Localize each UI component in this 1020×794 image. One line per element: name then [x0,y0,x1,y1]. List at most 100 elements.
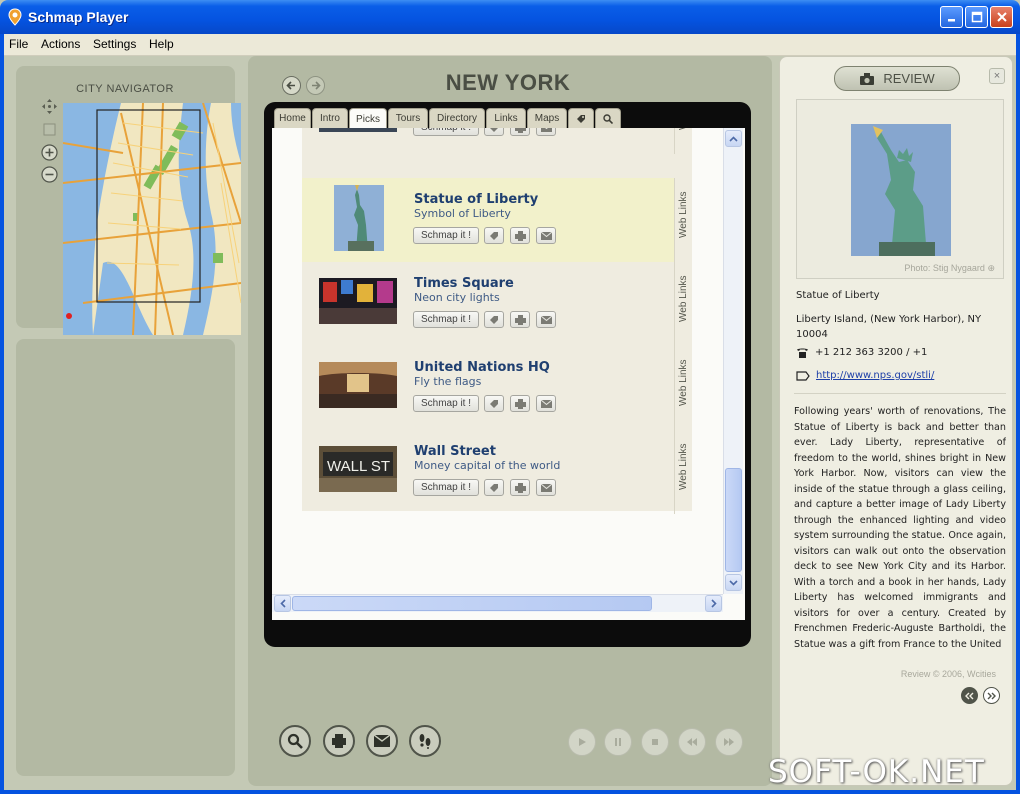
schmap-it-button[interactable]: Schmap it ! [413,311,479,328]
print-button[interactable] [510,227,530,244]
horizontal-scrollbar[interactable] [272,594,723,612]
scroll-up-button[interactable] [725,130,742,147]
scroll-down-button[interactable] [725,574,742,591]
item-title[interactable]: Statue of Liberty [414,192,538,207]
play-button[interactable] [568,728,596,756]
tab-label: Picks [356,113,380,125]
minimize-button[interactable] [940,6,963,28]
next-page-button[interactable] [983,687,1000,704]
zoom-out-icon[interactable] [41,166,58,183]
tab-links[interactable]: Links [486,108,526,128]
play-icon [579,738,586,746]
chevron-up-icon [729,135,738,142]
web-links-tab[interactable]: Web Links [674,178,692,262]
item-title[interactable]: United Nations HQ [414,360,550,375]
prev-page-button[interactable] [961,687,978,704]
statue-photo-image [851,124,951,256]
stop-button[interactable] [641,728,669,756]
email-button[interactable] [536,128,556,136]
pan-icon[interactable] [41,98,58,115]
email-button-main[interactable] [366,725,398,757]
scroll-left-button[interactable] [274,595,291,612]
tab-search[interactable] [595,108,621,128]
maximize-button[interactable] [965,6,988,28]
search-button[interactable] [279,725,311,757]
scroll-right-button[interactable] [705,595,722,612]
zoom-reset-icon[interactable] [41,121,58,138]
city-title: NEW YORK [445,70,571,95]
device-frame: Home Intro Picks Tours Directory Links M… [264,102,751,647]
tab-intro[interactable]: Intro [312,108,348,128]
list-item-times-square[interactable]: Times Square Neon city lights Schmap it … [302,262,689,346]
fast-forward-button[interactable] [715,728,743,756]
email-button[interactable] [536,479,556,496]
print-button-main[interactable] [323,725,355,757]
phone-row: +1 212 363 3200 / +1 [796,347,927,358]
double-chevron-left-icon [965,692,974,699]
print-button[interactable] [510,128,530,136]
tag-button[interactable] [484,479,504,496]
print-button[interactable] [510,311,530,328]
search-icon [603,113,613,124]
button-label: Schmap it ! [421,128,471,133]
tab-maps[interactable]: Maps [527,108,567,128]
tab-picks[interactable]: Picks [349,108,387,129]
web-links-tab[interactable]: Web Links [674,262,692,346]
tab-tours[interactable]: Tours [388,108,428,128]
zoom-icon[interactable]: ⊕ [987,263,995,273]
item-title[interactable]: Times Square [414,276,514,291]
print-icon [514,128,526,133]
tab-directory[interactable]: Directory [429,108,485,128]
map-graphic [63,103,241,335]
tab-label: Directory [436,113,477,124]
email-button[interactable] [536,227,556,244]
print-button[interactable] [510,395,530,412]
tag-icon [490,399,498,408]
list-item-united-nations[interactable]: United Nations HQ Fly the flags Schmap i… [302,346,689,430]
item-subtitle: Fly the flags [414,375,482,388]
schmap-it-button[interactable]: Schmap it ! [413,128,479,136]
menu-file[interactable]: File [9,37,28,51]
stop-icon [652,739,658,745]
menu-actions[interactable]: Actions [41,37,80,51]
schmap-it-button[interactable]: Schmap it ! [413,479,479,496]
left-empty-panel [16,339,235,776]
print-icon [514,314,526,325]
close-button[interactable] [990,6,1013,28]
vertical-scrollbar[interactable] [723,128,743,594]
tag-button[interactable] [484,227,504,244]
footsteps-button[interactable] [409,725,441,757]
email-button[interactable] [536,311,556,328]
h-scroll-thumb[interactable] [292,596,652,611]
menu-settings[interactable]: Settings [93,37,136,51]
list-item[interactable]: Schmap it ! Web Links [302,128,689,154]
window-border-left [0,34,4,794]
web-links-tab[interactable]: Web Links [674,128,692,154]
tag-button[interactable] [484,128,504,136]
schmap-it-button[interactable]: Schmap it ! [413,395,479,412]
tag-button[interactable] [484,311,504,328]
web-links-tab[interactable]: Web Links [674,430,692,514]
zoom-in-icon[interactable] [41,144,58,161]
item-title[interactable]: Wall Street [414,444,496,459]
review-button[interactable]: REVIEW [834,66,960,91]
tab-tag[interactable] [568,108,594,128]
print-button[interactable] [510,479,530,496]
list-item-statue-of-liberty[interactable]: Statue of Liberty Symbol of Liberty Schm… [302,178,689,262]
scroll-thumb[interactable] [725,468,742,572]
title-bar[interactable]: Schmap Player [0,0,1020,34]
city-navigator-panel: CITY NAVIGATOR [16,66,241,335]
email-button[interactable] [536,395,556,412]
review-close-button[interactable]: × [989,68,1005,84]
menu-help[interactable]: Help [149,37,174,51]
list-item-wall-street[interactable]: WALL ST Wall Street Money capital of the… [302,430,689,514]
tab-home[interactable]: Home [274,108,311,128]
city-map[interactable] [63,103,241,335]
web-links-label: Web Links [678,191,689,238]
tag-button[interactable] [484,395,504,412]
website-link[interactable]: http://www.nps.gov/stli/ [816,370,934,381]
schmap-it-button[interactable]: Schmap it ! [413,227,479,244]
rewind-button[interactable] [678,728,706,756]
pause-button[interactable] [604,728,632,756]
web-links-tab[interactable]: Web Links [674,346,692,430]
